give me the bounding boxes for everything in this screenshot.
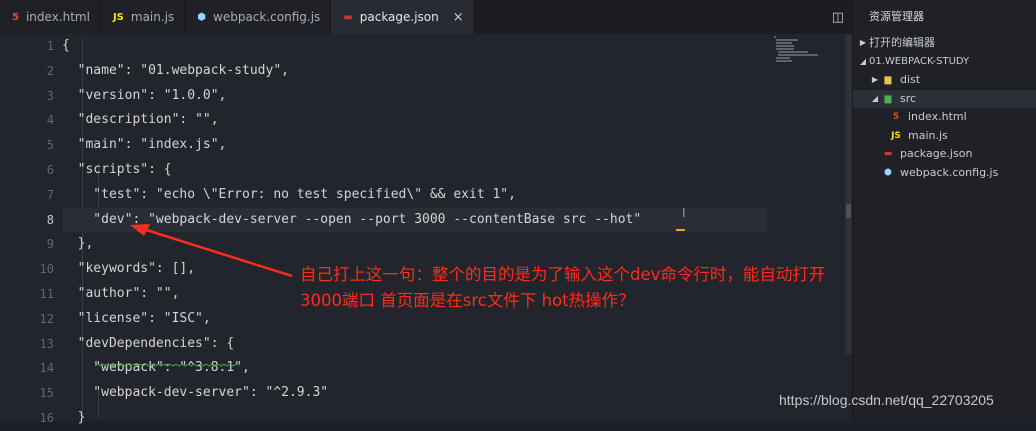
open-editors-section[interactable]: ▶ 打开的编辑器 bbox=[853, 34, 1036, 53]
tree-item-dist[interactable]: ▶ ▆ dist bbox=[853, 71, 1036, 90]
js-icon: JS bbox=[891, 130, 901, 141]
chevron-down-icon: ◢ bbox=[859, 56, 867, 66]
explorer-sidebar[interactable]: 资源管理器 ▶ 打开的编辑器 ◢ 01.WEBPACK-STUDY ▶ ▆ dist… bbox=[779, 0, 1036, 421]
folder-open-icon: ▆ bbox=[884, 93, 892, 104]
html5-icon: 5 bbox=[892, 112, 900, 122]
tree-item-index-html[interactable]: 5 index.html bbox=[853, 108, 1036, 127]
tree-item-label: webpack.config.js bbox=[900, 165, 999, 179]
open-editors-label: 打开的编辑器 bbox=[869, 36, 935, 49]
annotation-text: 自己打上这一句：整个的目的是为了输入这个dev命令行时，能自动打开 3000端口… bbox=[300, 265, 826, 310]
tree-item-src[interactable]: ◢ ▆ src bbox=[853, 89, 1036, 108]
folder-icon: ▆ bbox=[884, 75, 892, 85]
json-icon: ▬ bbox=[883, 149, 893, 159]
tree-item-webpack-config-js[interactable]: ⬢ webpack.config.js bbox=[853, 164, 1036, 183]
project-section[interactable]: ◢ 01.WEBPACK-STUDY bbox=[853, 53, 1036, 72]
chevron-right-icon: ▶ bbox=[859, 38, 867, 47]
tree-item-main-js[interactable]: JS main.js bbox=[853, 127, 1036, 146]
tree-item-package-json[interactable]: ▬ package.json bbox=[853, 145, 1036, 164]
chevron-down-icon: ◢ bbox=[871, 93, 879, 103]
tree-item-label: src bbox=[900, 91, 917, 105]
webpack-icon: ⬢ bbox=[884, 167, 892, 178]
project-label: 01.WEBPACK-STUDY bbox=[869, 55, 970, 67]
annotation-arrow bbox=[130, 224, 293, 278]
tree-item-label: dist bbox=[900, 73, 921, 86]
watermark: https://blog.csdn.net/qq_22703205 bbox=[779, 392, 994, 408]
tree-item-label: index.html bbox=[908, 110, 967, 123]
tree-item-label: main.js bbox=[908, 128, 948, 142]
chevron-right-icon: ▶ bbox=[871, 75, 879, 84]
tree-item-label: package.json bbox=[900, 147, 973, 160]
explorer-title: 资源管理器 bbox=[869, 10, 924, 23]
